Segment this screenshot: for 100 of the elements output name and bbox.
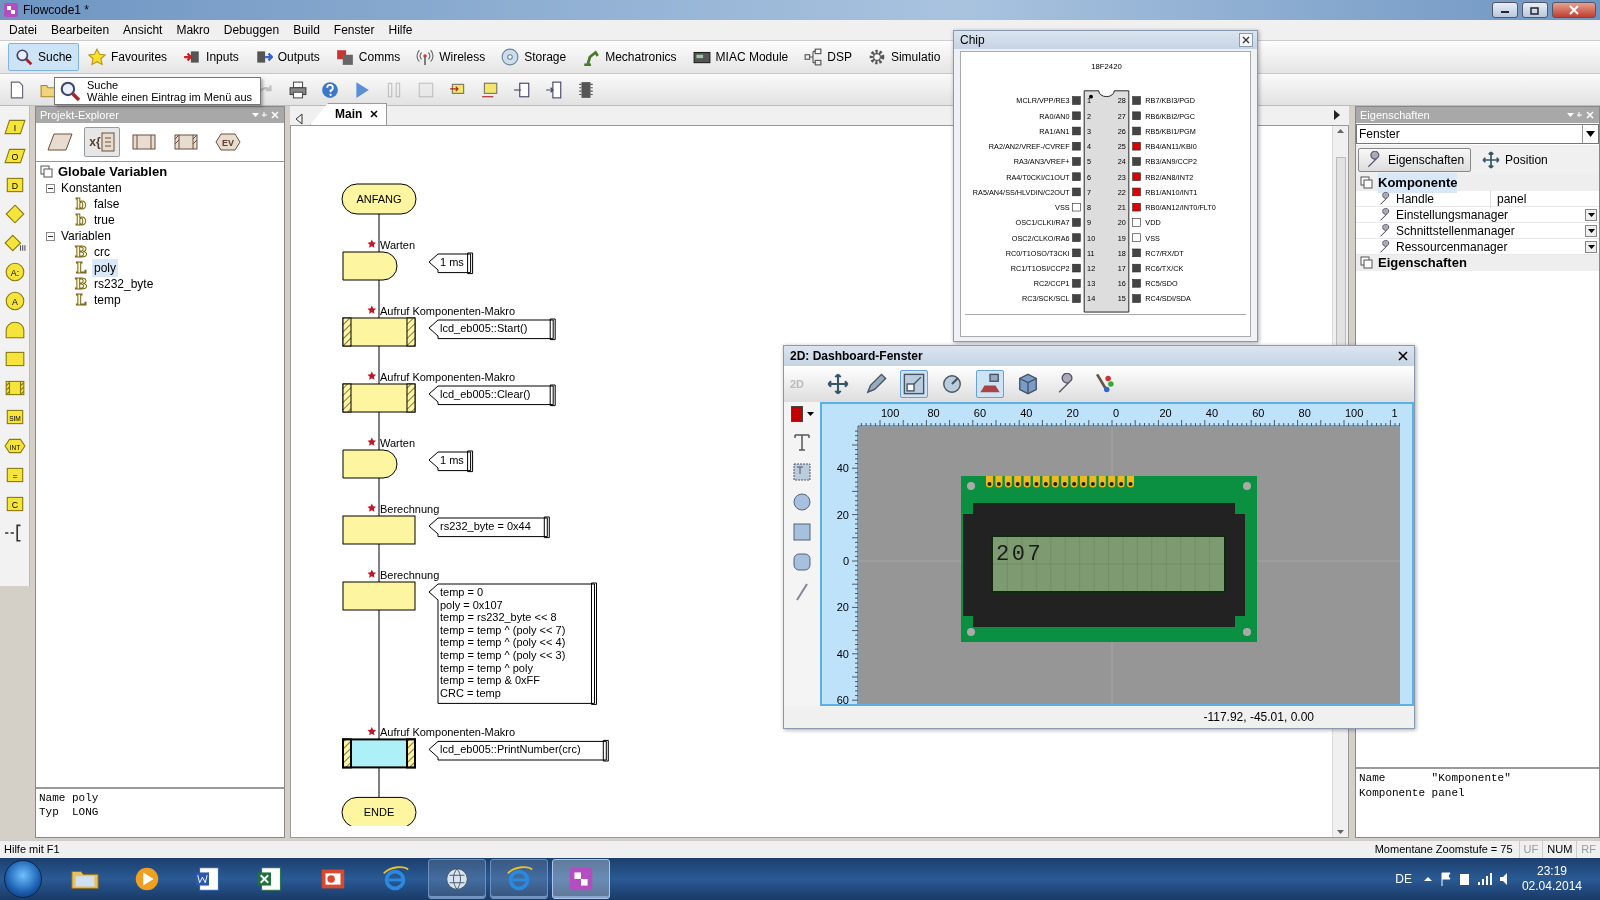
stack-icon <box>40 165 54 179</box>
section-header[interactable]: Komponente <box>1378 173 1458 193</box>
menu-item[interactable]: Hilfe <box>381 21 420 39</box>
start-button[interactable] <box>4 860 42 898</box>
menu-item[interactable]: Datei <box>2 21 44 39</box>
tool-button[interactable] <box>900 370 928 398</box>
property-tab[interactable]: Position <box>1475 148 1555 172</box>
category-tab[interactable]: Favourites <box>81 43 175 71</box>
close-icon[interactable] <box>370 110 379 118</box>
dropdown-button[interactable] <box>1582 125 1598 143</box>
drawing-tool[interactable] <box>792 522 812 542</box>
drawing-tool[interactable] <box>792 462 812 482</box>
menu-item[interactable]: Fenster <box>326 21 382 39</box>
new-document-icon <box>8 80 26 99</box>
clock-time[interactable]: 23:19 <box>1521 864 1582 879</box>
collapse-icon[interactable] <box>46 231 55 241</box>
calculation-node[interactable] <box>342 515 416 545</box>
category-tab[interactable]: Simulatio <box>860 43 948 71</box>
connector-line <box>378 345 380 385</box>
step-over-icon <box>481 80 499 99</box>
tree-item[interactable]: true <box>92 211 117 229</box>
close-button[interactable] <box>1396 349 1410 363</box>
comment-callout: lcd_eb005::Clear() <box>428 384 556 407</box>
circle-icon <box>792 492 812 512</box>
toolbar-button[interactable] <box>287 78 309 101</box>
step-label: Aufruf Komponenten-Makro <box>380 726 516 739</box>
circle-icon[interactable]: A: <box>3 261 26 283</box>
menu-item[interactable]: Build <box>286 21 327 39</box>
printer-icon <box>289 80 307 99</box>
editor-tab[interactable]: Main <box>310 103 388 125</box>
connector-line <box>378 766 380 798</box>
category-tab[interactable]: DSP <box>797 43 859 71</box>
dropdown-button[interactable] <box>1585 224 1597 237</box>
color-swatch[interactable] <box>790 406 803 422</box>
status-text: Hilfe mit F1 <box>4 842 61 858</box>
category-tab[interactable]: Comms <box>328 43 408 71</box>
tree-item[interactable]: false <box>92 195 122 213</box>
dropdown-button[interactable] <box>1585 240 1597 253</box>
half-round-icon[interactable] <box>3 319 26 341</box>
category-tab[interactable]: Mechatronics <box>575 43 684 71</box>
property-tab[interactable]: Eigenschaften <box>1358 148 1472 172</box>
diamond-icon[interactable] <box>3 232 26 254</box>
scroll-left-icon[interactable] <box>294 113 304 125</box>
ruler-label: 80 <box>927 407 940 419</box>
tree-item[interactable]: crc <box>92 243 112 261</box>
tool-button[interactable] <box>976 370 1004 398</box>
macro-node[interactable] <box>342 383 416 413</box>
category-tab[interactable]: Outputs <box>247 43 327 71</box>
property-value: panel <box>1497 191 1527 206</box>
caret-icon[interactable] <box>806 412 814 416</box>
tree-item[interactable]: Konstanten <box>59 179 124 197</box>
menu-item[interactable]: Debuggen <box>216 21 287 39</box>
close-button[interactable] <box>1552 2 1596 18</box>
drawing-tool[interactable] <box>792 552 812 572</box>
terminal-node[interactable] <box>341 183 417 215</box>
ruler-label: 0 <box>1113 407 1120 419</box>
info-text: Name "Komponente" Komponente panel <box>1356 767 1599 837</box>
drawing-tool[interactable] <box>792 492 812 512</box>
scroll-down-icon[interactable] <box>1336 828 1345 837</box>
object-dropdown[interactable]: Fenster <box>1356 124 1599 144</box>
coordinates-text: -117.92, -45.01, 0.00 <box>1203 709 1314 726</box>
terminal-node[interactable] <box>341 796 417 826</box>
pen-icon <box>865 373 887 395</box>
delay-node[interactable] <box>342 251 398 281</box>
menu-item[interactable]: Ansicht <box>116 21 170 39</box>
taskbar-button[interactable] <box>428 859 486 899</box>
diamond-icon[interactable] <box>3 203 26 225</box>
stop-icon <box>417 80 435 99</box>
menu-item[interactable]: Makro <box>169 21 217 39</box>
category-tab[interactable]: Inputs <box>176 43 246 71</box>
tree-item[interactable]: temp <box>92 291 123 309</box>
drawing-tool[interactable] <box>792 432 812 452</box>
category-tab[interactable]: Storage <box>494 43 574 71</box>
category-tab[interactable]: Wireless <box>409 43 493 71</box>
step-label: Aufruf Komponenten-Makro <box>380 371 516 383</box>
tree-item[interactable]: rs232_byte <box>92 275 156 293</box>
tree-item[interactable]: Variablen <box>59 227 113 245</box>
scroll-right-icon[interactable] <box>1333 109 1341 121</box>
macro-node[interactable] <box>342 317 416 347</box>
property-name: Handle <box>1396 190 1436 208</box>
category-tab[interactable]: MIAC Module <box>685 43 796 71</box>
circle-icon[interactable]: A <box>3 290 26 312</box>
macro-node[interactable] <box>342 738 416 769</box>
component-icon <box>513 80 531 99</box>
close-button[interactable] <box>1239 33 1253 47</box>
clock-date[interactable]: 02.04.2014 <box>1521 879 1582 894</box>
star-icon <box>367 305 377 314</box>
calculation-node[interactable] <box>342 581 416 611</box>
restore-button[interactable] <box>1522 2 1548 18</box>
category-tab[interactable]: Suche <box>8 43 80 71</box>
dropdown-button[interactable] <box>1585 208 1597 221</box>
step-label: Warten <box>380 437 416 449</box>
collapse-icon[interactable] <box>46 183 55 193</box>
delay-node[interactable] <box>342 449 398 479</box>
type-glyph: b <box>74 213 88 227</box>
tree-item[interactable]: poly <box>92 259 118 277</box>
language-indicator[interactable]: DE <box>1395 870 1412 888</box>
menu-item[interactable]: Bearbeiten <box>44 21 117 39</box>
minimize-button[interactable] <box>1492 2 1518 18</box>
scrollbar-thumb[interactable] <box>1335 156 1346 347</box>
